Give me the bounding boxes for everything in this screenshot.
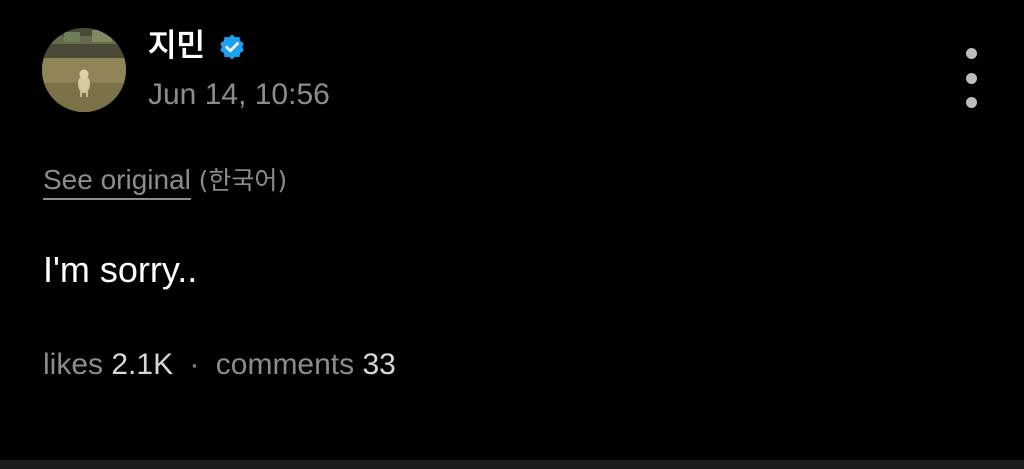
- post-stats: likes 2.1K · comments 33: [43, 346, 396, 384]
- post-timestamp: Jun 14, 10:56: [148, 78, 330, 111]
- comments-stat[interactable]: comments 33: [216, 348, 396, 381]
- more-vertical-icon: [965, 48, 977, 59]
- more-vertical-icon-dot: [965, 72, 977, 84]
- original-language-label: (한국어): [198, 166, 288, 195]
- comments-label: comments: [215, 348, 355, 381]
- more-vertical-icon-dot: [965, 97, 977, 108]
- likes-stat[interactable]: likes 2.1K: [43, 348, 181, 381]
- bottom-divider-bar: [0, 460, 1024, 469]
- author-name[interactable]: 지민: [148, 26, 205, 66]
- likes-label: likes: [43, 348, 104, 381]
- post-card: 지민 Jun 14, 10:56 See original (한국어) I'm …: [0, 0, 1024, 460]
- post-body-text: I'm sorry..: [43, 249, 198, 290]
- comments-count: 33: [362, 348, 396, 381]
- verified-badge-icon: [220, 34, 244, 60]
- see-original-link[interactable]: See original: [43, 164, 191, 200]
- more-options-button[interactable]: [954, 48, 988, 108]
- likes-count: 2.1K: [111, 348, 174, 381]
- stats-separator: ·: [189, 348, 200, 381]
- author-avatar[interactable]: [42, 28, 126, 112]
- translation-row: See original (한국어): [43, 162, 288, 200]
- dog-photo-avatar: [42, 28, 126, 112]
